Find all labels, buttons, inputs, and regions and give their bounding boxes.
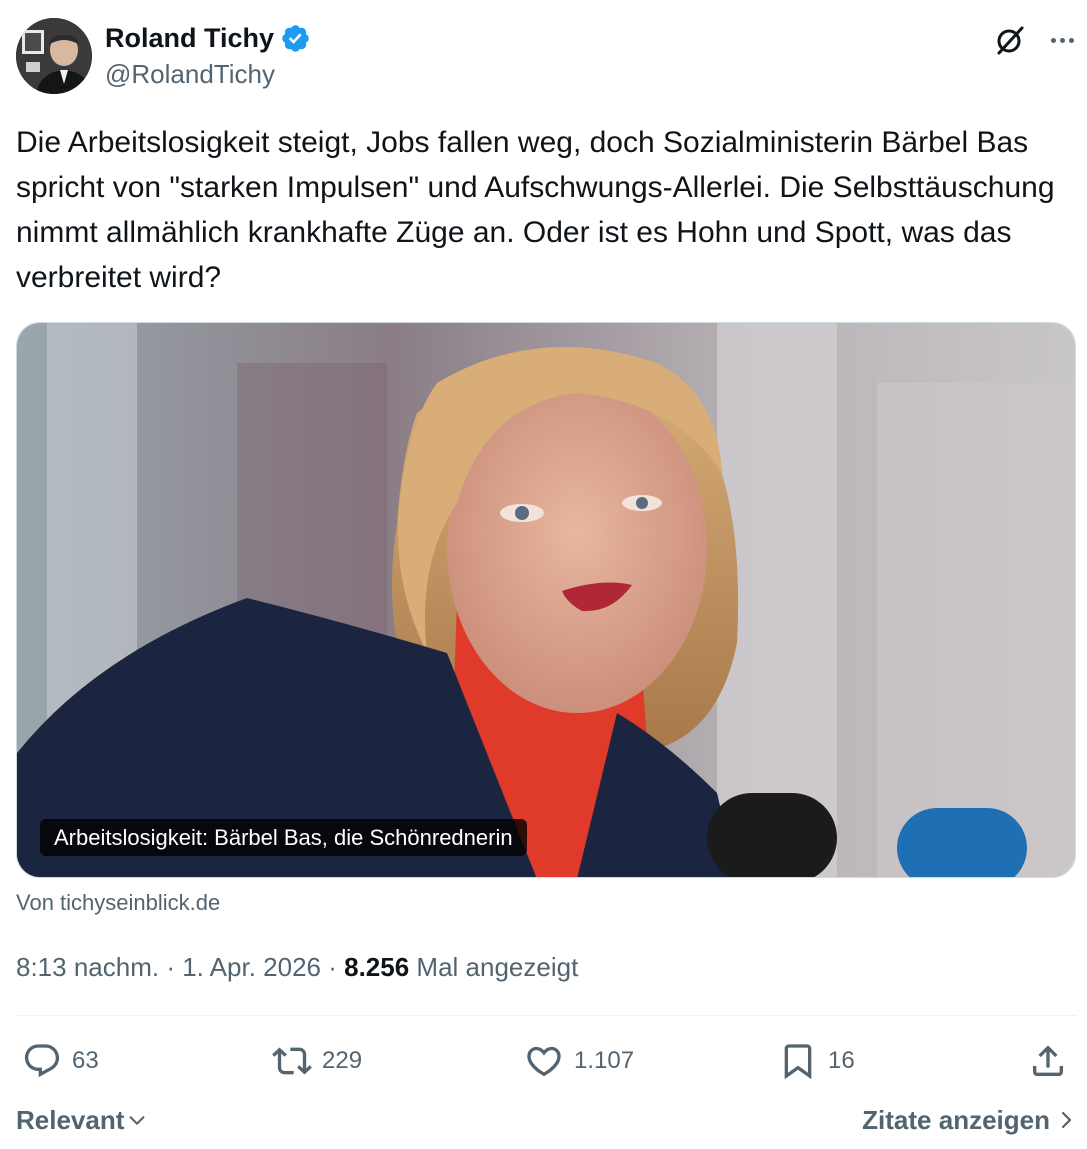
share-button[interactable] (1028, 1035, 1068, 1087)
bookmark-icon (784, 1044, 812, 1080)
sort-dropdown[interactable]: Relevant (16, 1100, 148, 1140)
chevron-down-icon[interactable] (126, 1109, 148, 1131)
more-dots-icon[interactable] (1046, 22, 1078, 58)
author-name-row[interactable]: Roland Tichy (105, 20, 311, 56)
reply-icon (24, 1044, 60, 1078)
share-icon (1033, 1045, 1063, 1076)
card-image[interactable] (17, 323, 1076, 878)
sort-label[interactable]: Relevant (16, 1100, 124, 1140)
heart-icon (527, 1046, 561, 1077)
action-bar: 63 229 1.107 16 (16, 1035, 1076, 1087)
verified-badge-icon[interactable] (280, 23, 311, 54)
author-display-name[interactable]: Roland Tichy (105, 20, 274, 56)
grok-icon[interactable] (992, 22, 1028, 58)
replies-footer: Relevant Zitate anzeigen (16, 1100, 1076, 1140)
card-source[interactable]: Von tichyseinblick.de (16, 889, 220, 917)
divider (16, 1015, 1076, 1016)
avatar[interactable] (16, 18, 92, 94)
views-label: Mal angezeigt (416, 952, 579, 982)
quotes-label[interactable]: Zitate anzeigen (862, 1100, 1050, 1140)
bookmark-count: 16 (828, 1047, 855, 1074)
repost-icon (272, 1047, 312, 1075)
tweet-date[interactable]: 1. Apr. 2026 (182, 952, 321, 982)
tweet-meta: 8:13 nachm. · 1. Apr. 2026 · 8.256 Mal a… (16, 950, 578, 984)
tweet-header: Roland Tichy @RolandTichy (16, 18, 1076, 96)
meta-separator: · (321, 952, 345, 982)
repost-button[interactable]: 229 (272, 1035, 362, 1087)
like-button[interactable]: 1.107 (524, 1035, 634, 1087)
repost-count: 229 (322, 1047, 363, 1074)
meta-separator: · (159, 952, 183, 982)
reply-count: 63 (72, 1047, 99, 1074)
chevron-right-icon[interactable] (1056, 1108, 1076, 1132)
card-caption[interactable]: Arbeitslosigkeit: Bärbel Bas, die Schönr… (40, 819, 527, 856)
view-quotes-link[interactable]: Zitate anzeigen (862, 1100, 1076, 1140)
like-count: 1.107 (574, 1047, 635, 1074)
author-block: Roland Tichy @RolandTichy (105, 20, 311, 91)
reply-button[interactable]: 63 (22, 1035, 99, 1087)
views-count: 8.256 (344, 952, 410, 982)
bookmark-button[interactable]: 16 (778, 1035, 855, 1087)
tweet-time[interactable]: 8:13 nachm. (16, 952, 159, 982)
link-card[interactable]: Arbeitslosigkeit: Bärbel Bas, die Schönr… (16, 322, 1076, 878)
author-handle[interactable]: @RolandTichy (105, 57, 311, 91)
tweet-text: Die Arbeitslosigkeit steigt, Jobs fallen… (16, 126, 1063, 294)
